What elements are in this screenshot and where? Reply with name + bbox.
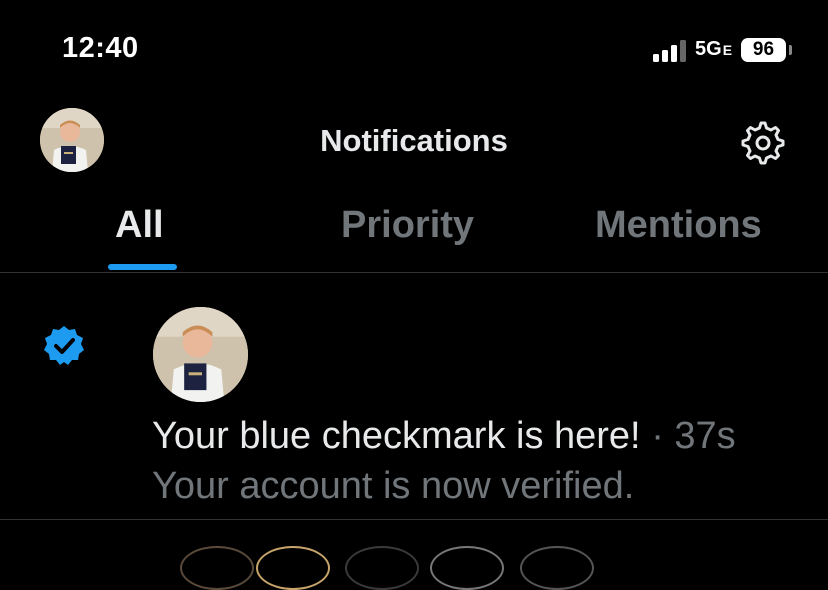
status-time: 12:40 [62,32,139,64]
partial-avatar [345,546,419,590]
partial-avatar [180,546,254,590]
tab-all[interactable]: All [115,204,164,247]
avatar-image [153,307,248,402]
tab-priority[interactable]: Priority [341,204,474,247]
notification-text: Your blue checkmark is here! · 37s [152,415,736,458]
notification-time: · 37s [651,415,736,457]
gear-icon[interactable] [740,120,786,166]
notification-avatar[interactable] [153,307,248,402]
next-notification-row [0,520,828,590]
partial-avatar [256,546,330,590]
partial-avatar [430,546,504,590]
notification-title: Your blue checkmark is here! [152,415,641,457]
tab-bar: All Priority Mentions [0,190,828,273]
header: Notifications [0,100,828,185]
status-bar: 12:40 5GE 96 [0,0,828,100]
notification-subtitle: Your account is now verified. [152,465,635,507]
battery-tip [789,45,792,55]
network-type: 5GE [695,38,733,60]
verified-badge-icon [44,326,84,365]
partial-avatar [520,546,594,590]
active-tab-indicator [108,264,177,270]
network-suffix: E [722,42,733,58]
page-title: Notifications [320,123,508,158]
cellular-signal-icon [653,40,686,62]
battery-indicator: 96 [741,38,786,62]
tab-mentions[interactable]: Mentions [595,204,762,247]
notification-item[interactable]: Your blue checkmark is here! · 37s Your … [0,273,828,520]
